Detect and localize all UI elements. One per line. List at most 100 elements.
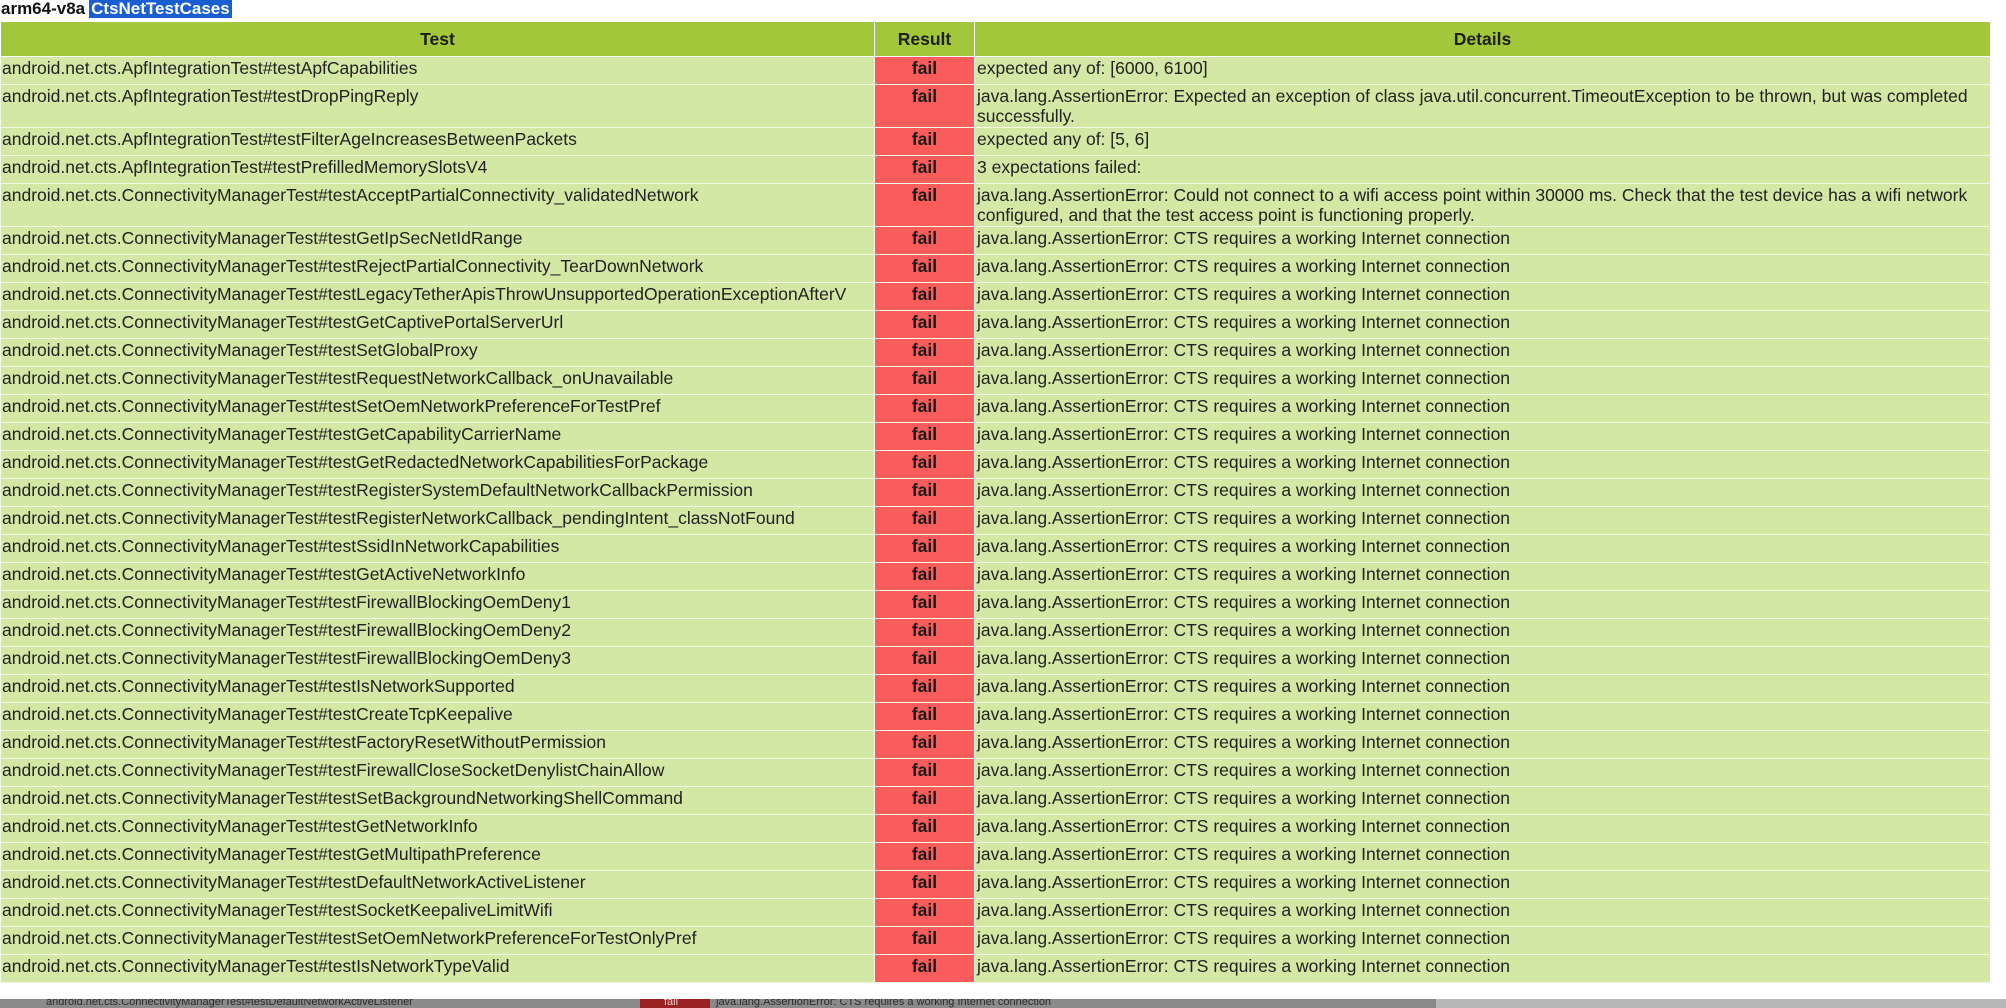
details-cell: java.lang.AssertionError: CTS requires a… xyxy=(974,450,1990,479)
result-status-cell: fail xyxy=(874,814,975,843)
test-name-cell: android.net.cts.ConnectivityManagerTest#… xyxy=(0,450,875,479)
test-name-cell: android.net.cts.ConnectivityManagerTest#… xyxy=(0,786,875,815)
result-status-cell: fail xyxy=(874,702,975,731)
test-name-cell: android.net.cts.ConnectivityManagerTest#… xyxy=(0,870,875,899)
result-status-cell: fail xyxy=(874,338,975,367)
table-row: android.net.cts.ConnectivityManagerTest#… xyxy=(0,758,1990,787)
table-row: android.net.cts.ConnectivityManagerTest#… xyxy=(0,898,1990,927)
result-status-cell: fail xyxy=(874,898,975,927)
table-row: android.net.cts.ApfIntegrationTest#testP… xyxy=(0,155,1990,184)
table-row: android.net.cts.ConnectivityManagerTest#… xyxy=(0,590,1990,619)
result-status-cell: fail xyxy=(874,506,975,535)
table-row: android.net.cts.ConnectivityManagerTest#… xyxy=(0,926,1990,955)
result-status-cell: fail xyxy=(874,226,975,255)
details-cell: expected any of: [6000, 6100] xyxy=(974,56,1990,85)
table-row: android.net.cts.ConnectivityManagerTest#… xyxy=(0,310,1990,339)
table-row: android.net.cts.ApfIntegrationTest#testA… xyxy=(0,56,1990,85)
table-row: android.net.cts.ConnectivityManagerTest#… xyxy=(0,338,1990,367)
test-name-cell: android.net.cts.ConnectivityManagerTest#… xyxy=(0,562,875,591)
table-row: android.net.cts.ConnectivityManagerTest#… xyxy=(0,422,1990,451)
details-cell: java.lang.AssertionError: CTS requires a… xyxy=(974,282,1990,311)
test-name-cell: android.net.cts.ConnectivityManagerTest#… xyxy=(0,366,875,395)
table-row: android.net.cts.ConnectivityManagerTest#… xyxy=(0,786,1990,815)
test-name-cell: android.net.cts.ConnectivityManagerTest#… xyxy=(0,898,875,927)
table-row: android.net.cts.ApfIntegrationTest#testF… xyxy=(0,127,1990,156)
module-name-link[interactable]: CtsNetTestCases xyxy=(89,0,232,18)
test-name-cell: android.net.cts.ConnectivityManagerTest#… xyxy=(0,394,875,423)
details-cell: java.lang.AssertionError: CTS requires a… xyxy=(974,786,1990,815)
table-row: android.net.cts.ApfIntegrationTest#testD… xyxy=(0,84,1990,128)
test-name-cell: android.net.cts.ConnectivityManagerTest#… xyxy=(0,534,875,563)
ghost-band xyxy=(1436,999,2006,1008)
test-name-cell: android.net.cts.ConnectivityManagerTest#… xyxy=(0,814,875,843)
test-name-cell: android.net.cts.ConnectivityManagerTest#… xyxy=(0,646,875,675)
abi-label: arm64-v8a xyxy=(1,0,86,18)
table-row: android.net.cts.ConnectivityManagerTest#… xyxy=(0,870,1990,899)
table-row: android.net.cts.ConnectivityManagerTest#… xyxy=(0,814,1990,843)
result-status-cell: fail xyxy=(874,618,975,647)
table-row: android.net.cts.ConnectivityManagerTest#… xyxy=(0,478,1990,507)
result-status-cell: fail xyxy=(874,730,975,759)
table-body: android.net.cts.ApfIntegrationTest#testA… xyxy=(0,56,1990,983)
table-row: android.net.cts.ConnectivityManagerTest#… xyxy=(0,506,1990,535)
results-table: Test Result Details android.net.cts.ApfI… xyxy=(0,21,1990,983)
details-cell: java.lang.AssertionError: CTS requires a… xyxy=(974,674,1990,703)
details-cell: java.lang.AssertionError: CTS requires a… xyxy=(974,310,1990,339)
test-name-cell: android.net.cts.ConnectivityManagerTest#… xyxy=(0,282,875,311)
test-name-cell: android.net.cts.ConnectivityManagerTest#… xyxy=(0,590,875,619)
result-status-cell: fail xyxy=(874,366,975,395)
details-cell: java.lang.AssertionError: CTS requires a… xyxy=(974,926,1990,955)
details-cell: java.lang.AssertionError: CTS requires a… xyxy=(974,590,1990,619)
test-name-cell: android.net.cts.ConnectivityManagerTest#… xyxy=(0,926,875,955)
result-status-cell: fail xyxy=(874,282,975,311)
result-status-cell: fail xyxy=(874,562,975,591)
result-status-cell: fail xyxy=(874,422,975,451)
result-status-cell: fail xyxy=(874,674,975,703)
result-status-cell: fail xyxy=(874,84,975,128)
column-header-result: Result xyxy=(874,21,975,57)
table-row: android.net.cts.ConnectivityManagerTest#… xyxy=(0,226,1990,255)
result-status-cell: fail xyxy=(874,954,975,983)
test-name-cell: android.net.cts.ConnectivityManagerTest#… xyxy=(0,183,875,227)
table-row: android.net.cts.ConnectivityManagerTest#… xyxy=(0,562,1990,591)
test-name-cell: android.net.cts.ApfIntegrationTest#testF… xyxy=(0,127,875,156)
result-status-cell: fail xyxy=(874,127,975,156)
column-header-details: Details xyxy=(974,21,1990,57)
column-header-test: Test xyxy=(0,21,875,57)
details-cell: java.lang.AssertionError: CTS requires a… xyxy=(974,338,1990,367)
ghost-fail-text: fail xyxy=(664,999,679,1008)
details-cell: java.lang.AssertionError: Could not conn… xyxy=(974,183,1990,227)
ghost-test-text: android.net.cts.ConnectivityManagerTest#… xyxy=(46,999,413,1008)
details-cell: java.lang.AssertionError: CTS requires a… xyxy=(974,562,1990,591)
test-name-cell: android.net.cts.ConnectivityManagerTest#… xyxy=(0,338,875,367)
details-cell: java.lang.AssertionError: CTS requires a… xyxy=(974,506,1990,535)
details-cell: java.lang.AssertionError: CTS requires a… xyxy=(974,702,1990,731)
details-cell: expected any of: [5, 6] xyxy=(974,127,1990,156)
table-row: android.net.cts.ConnectivityManagerTest#… xyxy=(0,254,1990,283)
test-name-cell: android.net.cts.ApfIntegrationTest#testP… xyxy=(0,155,875,184)
details-cell: java.lang.AssertionError: CTS requires a… xyxy=(974,814,1990,843)
test-name-cell: android.net.cts.ConnectivityManagerTest#… xyxy=(0,422,875,451)
underlying-window-strip: android.net.cts.ConnectivityManagerTest#… xyxy=(0,999,2006,1008)
result-status-cell: fail xyxy=(874,590,975,619)
result-status-cell: fail xyxy=(874,842,975,871)
table-header-row: Test Result Details xyxy=(0,21,1990,57)
result-status-cell: fail xyxy=(874,870,975,899)
result-status-cell: fail xyxy=(874,450,975,479)
test-name-cell: android.net.cts.ConnectivityManagerTest#… xyxy=(0,758,875,787)
details-cell: java.lang.AssertionError: CTS requires a… xyxy=(974,842,1990,871)
details-cell: java.lang.AssertionError: CTS requires a… xyxy=(974,870,1990,899)
result-status-cell: fail xyxy=(874,183,975,227)
results-table-container: Test Result Details android.net.cts.ApfI… xyxy=(0,21,1990,998)
details-cell: java.lang.AssertionError: CTS requires a… xyxy=(974,422,1990,451)
table-row: android.net.cts.ConnectivityManagerTest#… xyxy=(0,450,1990,479)
test-name-cell: android.net.cts.ConnectivityManagerTest#… xyxy=(0,954,875,983)
table-row: android.net.cts.ConnectivityManagerTest#… xyxy=(0,646,1990,675)
details-cell: 3 expectations failed: xyxy=(974,155,1990,184)
details-cell: java.lang.AssertionError: CTS requires a… xyxy=(974,254,1990,283)
ghost-details-text: java.lang.AssertionError: CTS requires a… xyxy=(716,999,1052,1008)
result-status-cell: fail xyxy=(874,394,975,423)
test-name-cell: android.net.cts.ConnectivityManagerTest#… xyxy=(0,730,875,759)
details-cell: java.lang.AssertionError: CTS requires a… xyxy=(974,394,1990,423)
test-name-cell: android.net.cts.ConnectivityManagerTest#… xyxy=(0,842,875,871)
